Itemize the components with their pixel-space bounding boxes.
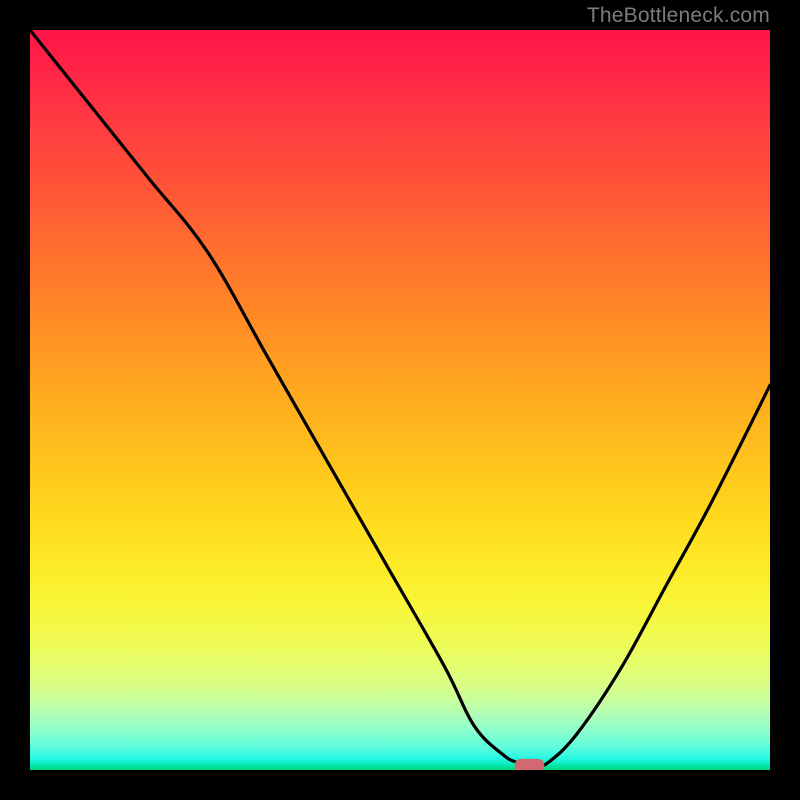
bottleneck-curve: [30, 30, 770, 767]
optimal-marker: [515, 759, 545, 770]
watermark-text: TheBottleneck.com: [587, 4, 770, 28]
chart-svg: [30, 30, 770, 770]
chart-container: TheBottleneck.com: [0, 0, 800, 800]
plot-area: [30, 30, 770, 770]
